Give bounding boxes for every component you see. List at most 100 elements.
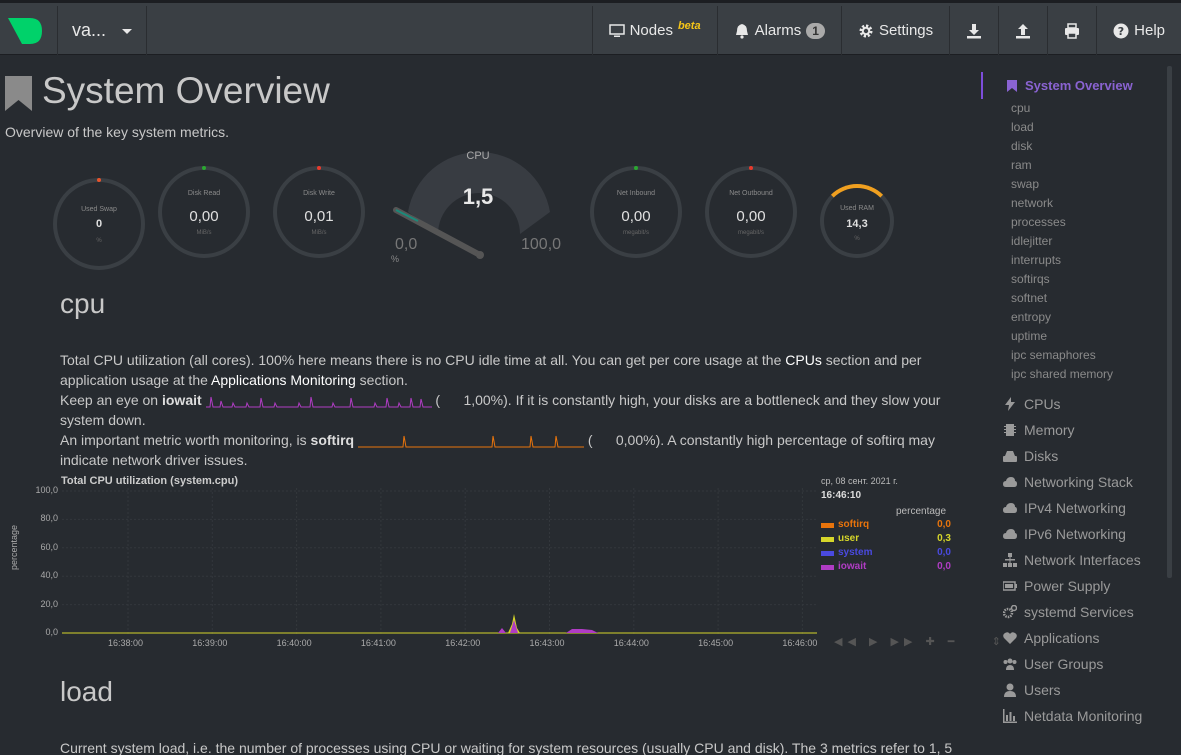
- sidebar-item-users[interactable]: Users: [1003, 682, 1061, 698]
- nodes-button[interactable]: Nodes beta: [591, 6, 717, 55]
- sidebar-item-cpus[interactable]: CPUs: [1003, 396, 1061, 412]
- legend-row-iowait[interactable]: iowait 0,0: [821, 561, 951, 574]
- sidebar-subitem-interrupts[interactable]: interrupts: [1011, 253, 1061, 267]
- print-icon: [1065, 22, 1080, 39]
- legend-row-user[interactable]: user 0,3: [821, 533, 951, 546]
- bolt-icon: [1005, 397, 1015, 411]
- cpu-gauge[interactable]: CPU 1,5 0,0 100,0 %: [378, 150, 578, 270]
- netdata-logo[interactable]: [8, 17, 44, 45]
- sidebar-item-ipv4-networking[interactable]: IPv4 Networking: [1003, 500, 1126, 516]
- y-tick-label: 60,0: [40, 541, 58, 552]
- sidebar-item-ipv6-networking[interactable]: IPv6 Networking: [1003, 526, 1126, 542]
- beta-badge: beta: [677, 19, 701, 32]
- iowait-value: 1,00%: [463, 392, 504, 408]
- sidebar-item-memory[interactable]: Memory: [1003, 422, 1075, 438]
- sidebar-subitem-disk[interactable]: disk: [1011, 139, 1032, 153]
- upload-button[interactable]: [998, 6, 1047, 55]
- sidebar-subitem-ram[interactable]: ram: [1011, 158, 1032, 172]
- page-subtitle: Overview of the key system metrics.: [5, 124, 230, 140]
- cpus-link[interactable]: CPUs: [785, 352, 822, 368]
- host-selector[interactable]: va...: [57, 6, 147, 55]
- sidebar-subitem-cpu[interactable]: cpu: [1011, 101, 1030, 115]
- gauge-net-outbound[interactable]: Net Outbound 0,00 megabit/s: [705, 166, 797, 258]
- legend-series-value: 0,0: [937, 519, 951, 530]
- sidebar-subitem-softirqs[interactable]: softirqs: [1011, 272, 1050, 286]
- softirq-sparkline[interactable]: [357, 433, 584, 449]
- gauge-unit: MiB/s: [196, 230, 212, 236]
- applications-link[interactable]: Applications Monitoring: [211, 372, 356, 388]
- sidebar-item-label: IPv6 Networking: [1024, 526, 1126, 542]
- sidebar-item-applications[interactable]: Applications: [1003, 630, 1100, 646]
- sidebar-subitem-uptime[interactable]: uptime: [1011, 329, 1047, 343]
- cpu-chart[interactable]: [62, 488, 817, 636]
- print-button[interactable]: [1047, 6, 1096, 55]
- sidebar-item-power-supply[interactable]: Power Supply: [1003, 578, 1110, 594]
- sidebar-item-system-overview[interactable]: System Overview: [981, 72, 1166, 99]
- sidebar-subitem-network[interactable]: network: [1011, 196, 1053, 210]
- gauge-unit: %: [96, 238, 102, 244]
- iowait-label: iowait: [161, 392, 202, 408]
- gauge-label: Net Inbound: [616, 190, 656, 197]
- alarms-button[interactable]: Alarms 1: [716, 6, 841, 55]
- settings-button[interactable]: Settings: [840, 6, 949, 55]
- cpu-gauge-value: 1,5: [462, 184, 494, 209]
- legend-series-value: 0,3: [937, 533, 951, 544]
- top-navbar: va... Nodes beta Alarms 1 Settings ? Hel: [0, 0, 1181, 55]
- legend-row-softirq[interactable]: softirq 0,0: [821, 519, 951, 532]
- cpu-description: Total CPU utilization (all cores). 100% …: [60, 352, 941, 468]
- cpu-gauge-max: 100,0: [521, 236, 562, 253]
- chart-bar-icon: [1003, 709, 1017, 723]
- cpu-gauge-min: 0,0: [395, 236, 418, 253]
- iowait-sparkline[interactable]: [205, 393, 432, 409]
- battery-icon: [1003, 581, 1017, 591]
- heartbeat-icon: [1003, 632, 1017, 644]
- gauge-disk-write[interactable]: Disk Write 0,01 MiB/s: [273, 166, 365, 258]
- sidebar-item-network-interfaces[interactable]: Network Interfaces: [1003, 552, 1141, 568]
- status-dot: [749, 166, 753, 170]
- x-tick-label: 16:41:00: [360, 638, 396, 648]
- question-circle-icon: ?: [1113, 23, 1129, 38]
- sidebar-item-user-groups[interactable]: User Groups: [1003, 656, 1103, 672]
- legend-series-name: iowait: [838, 561, 867, 572]
- legend-series-value: 0,0: [937, 547, 951, 558]
- sidebar-subitem-processes[interactable]: processes: [1011, 215, 1066, 229]
- network-wired-icon: [1003, 553, 1017, 567]
- settings-label: Settings: [878, 22, 934, 39]
- sidebar-subitem-swap[interactable]: swap: [1011, 177, 1039, 191]
- text: An important metric worth monitoring, is: [60, 432, 311, 448]
- sidebar-subitem-softnet[interactable]: softnet: [1011, 291, 1047, 305]
- help-button[interactable]: ? Help: [1096, 6, 1181, 55]
- host-name: va...: [72, 20, 107, 40]
- sidebar-item-label: Applications: [1024, 630, 1100, 646]
- sidebar-item-systemd-services[interactable]: systemd Services: [1003, 604, 1134, 620]
- sidebar-item-disks[interactable]: Disks: [1003, 448, 1058, 464]
- x-tick-label: 16:45:00: [698, 638, 734, 648]
- sidebar-subitem-entropy[interactable]: entropy: [1011, 310, 1051, 324]
- sidebar-item-label: CPUs: [1024, 396, 1061, 412]
- download-button[interactable]: [949, 6, 998, 55]
- sidebar-item-label: Disks: [1024, 448, 1059, 464]
- bookmark-icon: [5, 76, 32, 111]
- sidebar-subitem-load[interactable]: load: [1011, 120, 1034, 134]
- x-tick-label: 16:43:00: [529, 638, 565, 648]
- sidebar-subitem-ipc-shared-memory[interactable]: ipc shared memory: [1011, 367, 1113, 381]
- legend-swatch: [821, 523, 834, 528]
- sidebar-active-label: System Overview: [1025, 78, 1133, 93]
- gauge-used-ram[interactable]: Used RAM 14,3 %: [820, 184, 894, 258]
- gauge-disk-read[interactable]: Disk Read 0,00 MiB/s: [158, 166, 250, 258]
- chart-controls[interactable]: ◀◀ ▶ ▶▶ ✚ ━ ⇕: [834, 635, 1006, 648]
- bookmark-icon: [1007, 80, 1017, 92]
- sidebar-subitem-idlejitter[interactable]: idlejitter: [1011, 234, 1052, 248]
- alarms-label: Alarms: [754, 22, 802, 39]
- sidebar-item-label: User Groups: [1024, 656, 1104, 672]
- legend-swatch: [821, 551, 834, 556]
- gauge-net-inbound[interactable]: Net Inbound 0,00 megabit/s: [590, 166, 682, 258]
- sidebar-subitem-ipc-semaphores[interactable]: ipc semaphores: [1011, 348, 1096, 362]
- sidebar-item-netdata-monitoring[interactable]: Netdata Monitoring: [1003, 708, 1142, 724]
- gauge-value: 14,3: [846, 218, 868, 230]
- sidebar-item-networking-stack[interactable]: Networking Stack: [1003, 474, 1133, 490]
- gauge-used-swap[interactable]: Used Swap 0 %: [53, 178, 145, 270]
- scrollbar-thumb[interactable]: [1167, 66, 1172, 578]
- sidebar-item-label: IPv4 Networking: [1024, 500, 1126, 516]
- legend-row-system[interactable]: system 0,0: [821, 547, 951, 560]
